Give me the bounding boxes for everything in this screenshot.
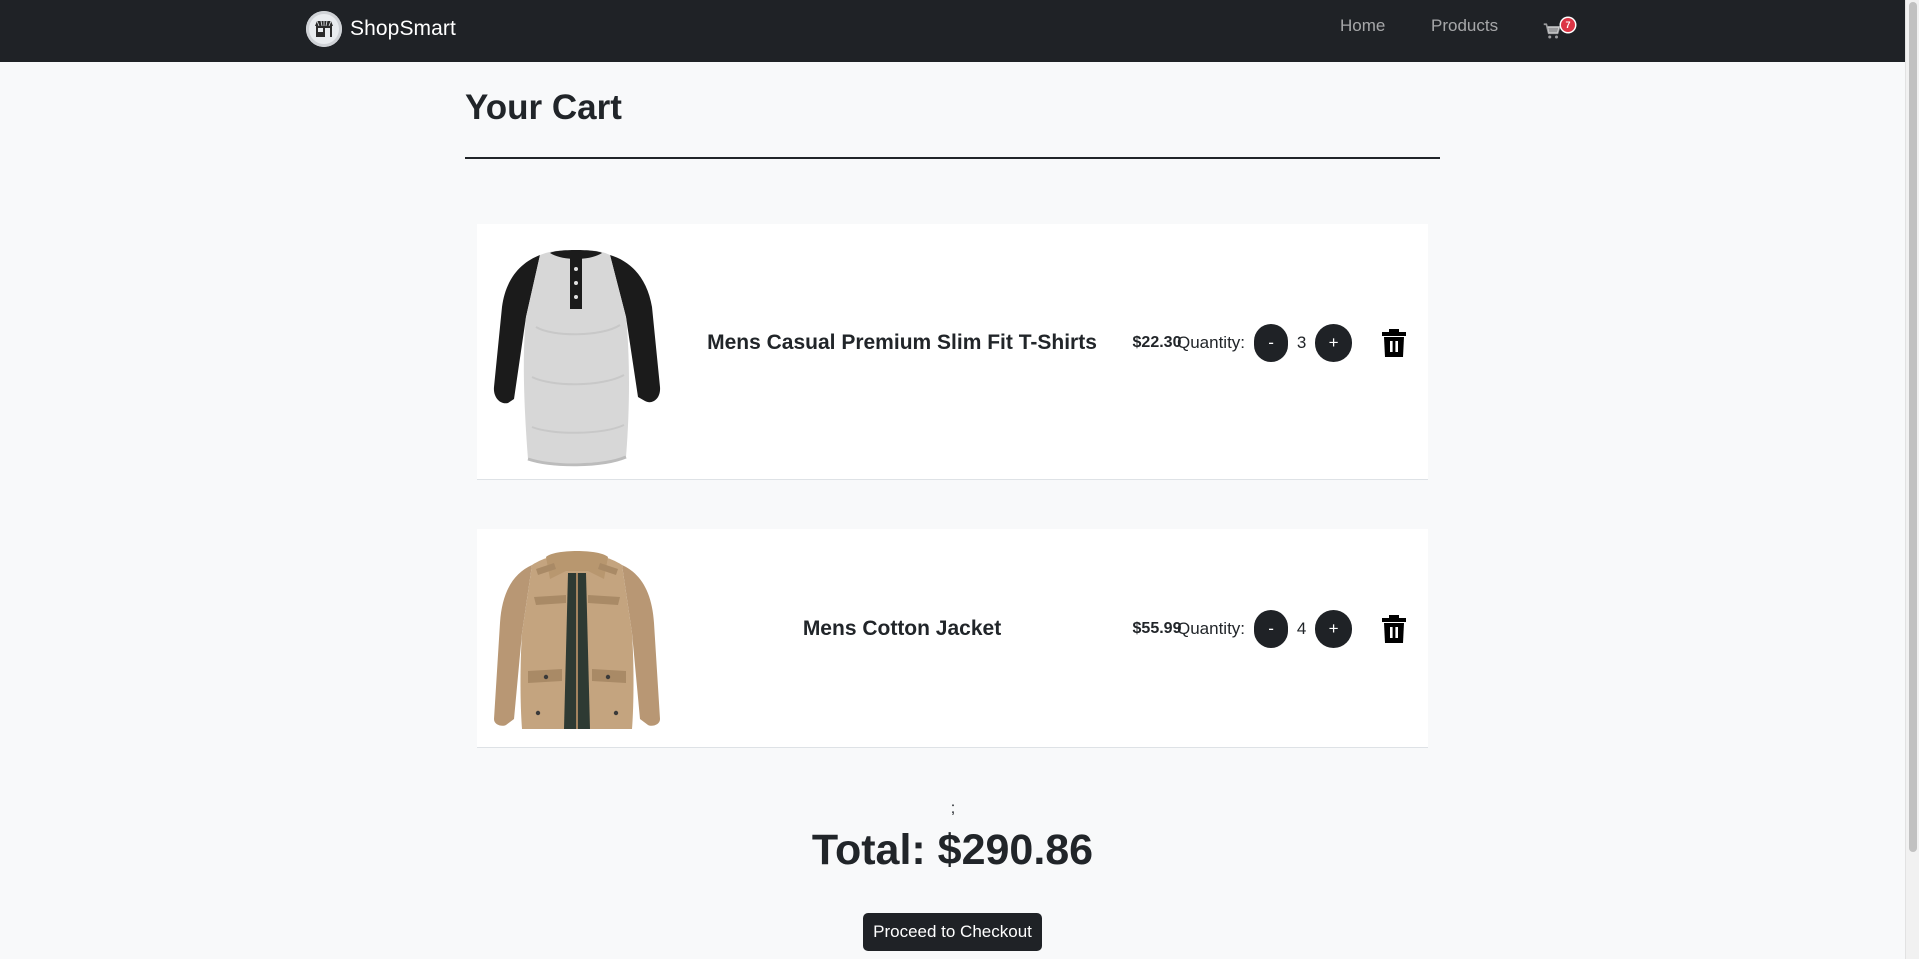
quantity-label: Quantity: [1177,619,1246,638]
product-name: Mens Cotton Jacket [802,617,1002,640]
cart-item: Mens Cotton Jacket $55.99 Quantity: - 4 … [477,529,1428,748]
title-divider [465,157,1440,159]
quantity-stepper: Quantity: - 3 + [1177,324,1353,362]
cart-total: Total: $290.86 [811,826,1094,874]
storefront-icon [306,11,342,47]
decrement-button[interactable]: - [1254,610,1289,648]
henley-shirt-image [492,237,662,467]
checkout-button[interactable]: Proceed to Checkout [863,913,1042,951]
product-name: Mens Casual Premium Slim Fit T-Shirts [707,331,1097,354]
increment-button[interactable]: + [1315,324,1353,362]
shopping-cart-icon [1543,23,1561,39]
page-title: Your Cart [465,88,622,127]
cotton-jacket-image [492,543,662,733]
cart-link[interactable]: 7 [1543,18,1579,46]
trash-icon [1382,329,1406,357]
stray-semicolon-text: ; [950,800,956,817]
nav-home-link[interactable]: Home [1340,16,1385,36]
remove-item-button[interactable] [1380,614,1408,644]
brand-link[interactable]: ShopSmart [306,11,456,47]
cart-item: Mens Casual Premium Slim Fit T-Shirts $2… [477,224,1428,480]
nav-products-link[interactable]: Products [1431,16,1498,36]
brand-name: ShopSmart [350,17,456,40]
page-scrollbar[interactable] [1905,0,1919,959]
quantity-value: 3 [1296,333,1307,352]
remove-item-button[interactable] [1380,328,1408,358]
quantity-value: 4 [1296,619,1307,638]
navbar: ShopSmart Home Products 7 [0,0,1905,62]
quantity-stepper: Quantity: - 4 + [1177,610,1353,648]
increment-button[interactable]: + [1315,610,1353,648]
cart-count-badge: 7 [1561,18,1575,32]
scrollbar-thumb[interactable] [1909,2,1917,852]
decrement-button[interactable]: - [1254,324,1289,362]
quantity-label: Quantity: [1177,333,1246,352]
trash-icon [1382,615,1406,643]
